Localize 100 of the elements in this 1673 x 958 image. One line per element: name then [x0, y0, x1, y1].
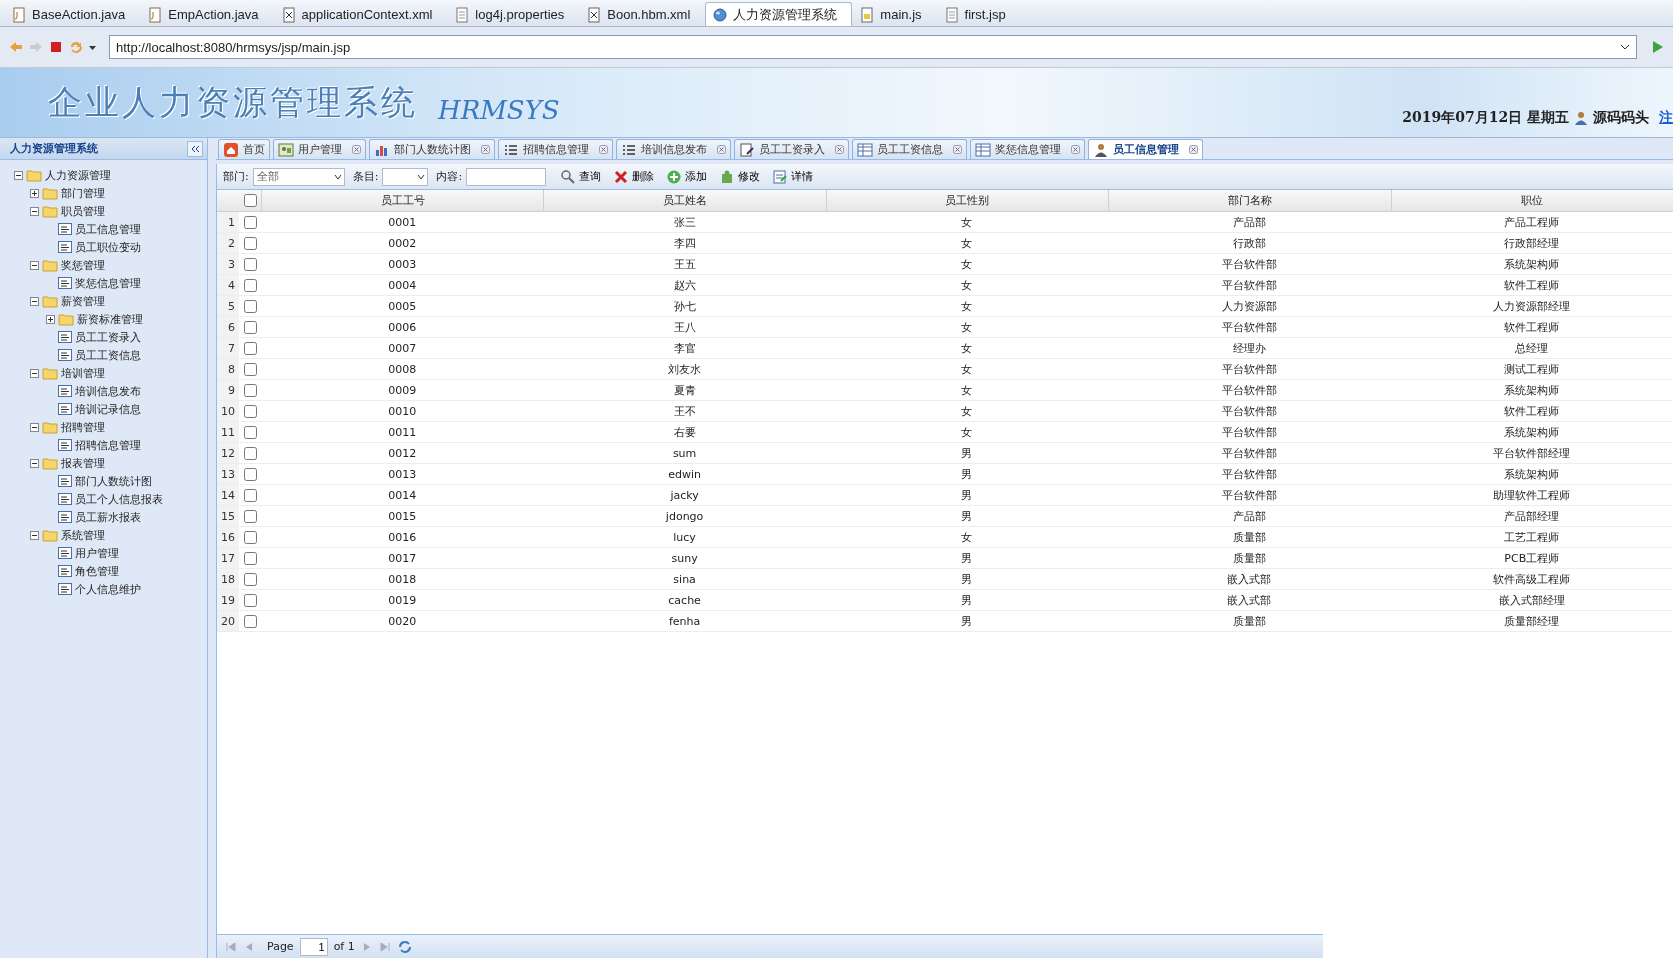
add-button[interactable]: 添加: [662, 166, 712, 187]
row-checkbox[interactable]: [243, 215, 257, 229]
tree-item[interactable]: 培训信息发布: [75, 383, 141, 399]
tree-item[interactable]: 员工工资信息: [75, 347, 141, 363]
row-checkbox[interactable]: [243, 572, 257, 586]
editor-tab[interactable]: 人力资源管理系统: [705, 2, 853, 26]
row-checkbox[interactable]: [243, 593, 257, 607]
xml-file-icon: [280, 6, 297, 23]
edit-button[interactable]: 修改: [715, 166, 765, 187]
page-tab[interactable]: 培训信息发布: [616, 139, 731, 159]
detail-button[interactable]: 详情: [768, 166, 818, 187]
select-all-checkbox[interactable]: [243, 194, 257, 207]
table-cell: 质量部: [1232, 550, 1266, 566]
table-cell: 平台软件部: [1221, 403, 1277, 419]
row-checkbox[interactable]: [243, 278, 257, 292]
editor-tab[interactable]: applicationContext.xml: [273, 2, 448, 26]
page-tab[interactable]: 招聘信息管理: [498, 139, 613, 159]
search-icon: [560, 168, 577, 185]
row-checkbox[interactable]: [243, 404, 257, 418]
row-checkbox[interactable]: [243, 467, 257, 481]
row-checkbox[interactable]: [243, 362, 257, 376]
tree-item[interactable]: 奖惩信息管理: [75, 275, 141, 291]
tree-item[interactable]: 员工工资录入: [75, 329, 141, 345]
page-field[interactable]: 1: [299, 937, 328, 956]
department-select[interactable]: 全部: [252, 167, 345, 186]
row-checkbox[interactable]: [243, 614, 257, 628]
page-tab[interactable]: 用户管理: [273, 139, 366, 159]
page-tab[interactable]: 员工信息管理: [1088, 139, 1203, 159]
tree-item[interactable]: 系统管理: [61, 527, 105, 543]
row-checkbox[interactable]: [243, 320, 257, 334]
logout-link[interactable]: 注: [1659, 109, 1673, 127]
tree-item[interactable]: 用户管理: [75, 545, 119, 561]
tree-item[interactable]: 员工薪水报表: [75, 509, 141, 525]
tree-item[interactable]: 培训管理: [61, 365, 105, 381]
column-header[interactable]: 员工性别: [825, 190, 1109, 211]
row-checkbox[interactable]: [243, 257, 257, 271]
tree-item[interactable]: 薪资管理: [61, 293, 105, 309]
collapse-button[interactable]: [187, 140, 203, 157]
column-header[interactable]: 部门名称: [1108, 190, 1391, 211]
tree-item[interactable]: 角色管理: [75, 563, 119, 579]
table-cell: 经理办: [1232, 340, 1266, 356]
page-tab[interactable]: 部门人数统计图: [369, 139, 495, 159]
column-header[interactable]: 员工姓名: [543, 190, 826, 211]
close-icon[interactable]: [717, 145, 726, 154]
close-icon[interactable]: [1071, 145, 1080, 154]
editor-tab[interactable]: EmpAction.java: [140, 2, 274, 26]
tree-item[interactable]: 个人信息维护: [75, 581, 141, 597]
document-icon: [58, 474, 72, 488]
row-checkbox[interactable]: [243, 341, 257, 355]
close-icon[interactable]: [599, 145, 608, 154]
close-icon[interactable]: [1189, 145, 1198, 154]
close-icon[interactable]: [835, 145, 844, 154]
table-cell: 女: [961, 277, 973, 293]
editor-tab[interactable]: main.js: [852, 2, 937, 26]
tree-item[interactable]: 职员管理: [61, 203, 105, 219]
search-button[interactable]: 查询: [556, 166, 606, 187]
tree-item[interactable]: 奖惩管理: [61, 257, 105, 273]
row-checkbox[interactable]: [243, 488, 257, 502]
tree-item[interactable]: 员工信息管理: [75, 221, 141, 237]
page-tab[interactable]: 奖惩信息管理: [970, 139, 1085, 159]
row-number: 18: [217, 569, 239, 589]
table-cell: 行政部经理: [1504, 235, 1560, 251]
tree-item[interactable]: 员工个人信息报表: [75, 491, 163, 507]
close-icon[interactable]: [953, 145, 962, 154]
xml-file-icon: [586, 6, 603, 23]
tree-item[interactable]: 人力资源管理: [45, 167, 111, 183]
close-icon[interactable]: [352, 145, 361, 154]
tree-item[interactable]: 招聘管理: [61, 419, 105, 435]
content-field[interactable]: [466, 167, 547, 186]
row-checkbox[interactable]: [243, 446, 257, 460]
row-checkbox[interactable]: [243, 530, 257, 544]
editor-tab[interactable]: Boon.hbm.xml: [579, 2, 706, 26]
row-checkbox[interactable]: [243, 299, 257, 313]
tree-item[interactable]: 培训记录信息: [75, 401, 141, 417]
tree-item[interactable]: 招聘信息管理: [75, 437, 141, 453]
page-tab[interactable]: 员工工资信息: [852, 139, 967, 159]
tree-item[interactable]: 部门管理: [61, 185, 105, 201]
document-icon: [58, 492, 72, 506]
tree-item[interactable]: 员工职位变动: [75, 239, 141, 255]
editor-tab[interactable]: first.jsp: [936, 2, 1021, 26]
editor-tab[interactable]: log4j.properties: [447, 2, 580, 26]
row-checkbox[interactable]: [243, 551, 257, 565]
page-tab[interactable]: 首页: [218, 139, 270, 159]
row-checkbox[interactable]: [243, 236, 257, 250]
row-checkbox[interactable]: [243, 425, 257, 439]
tree-item[interactable]: 报表管理: [61, 455, 105, 471]
close-icon[interactable]: [481, 145, 490, 154]
delete-button[interactable]: 删除: [609, 166, 659, 187]
address-field[interactable]: http://localhost:8080/hrmsys/jsp/main.jsp: [109, 35, 1637, 59]
editor-tab[interactable]: BaseAction.java: [4, 2, 141, 26]
tree-item[interactable]: 部门人数统计图: [75, 473, 152, 489]
folder-icon: [42, 366, 58, 380]
row-checkbox[interactable]: [243, 383, 257, 397]
row-checkbox[interactable]: [243, 509, 257, 523]
column-header[interactable]: 员工工号: [261, 190, 544, 211]
collapse-icon: [30, 296, 39, 306]
column-header[interactable]: 职位: [1390, 190, 1673, 211]
tree-item[interactable]: 薪资标准管理: [77, 311, 143, 327]
page-tab[interactable]: 员工工资录入: [734, 139, 849, 159]
row-number: 16: [217, 527, 239, 547]
